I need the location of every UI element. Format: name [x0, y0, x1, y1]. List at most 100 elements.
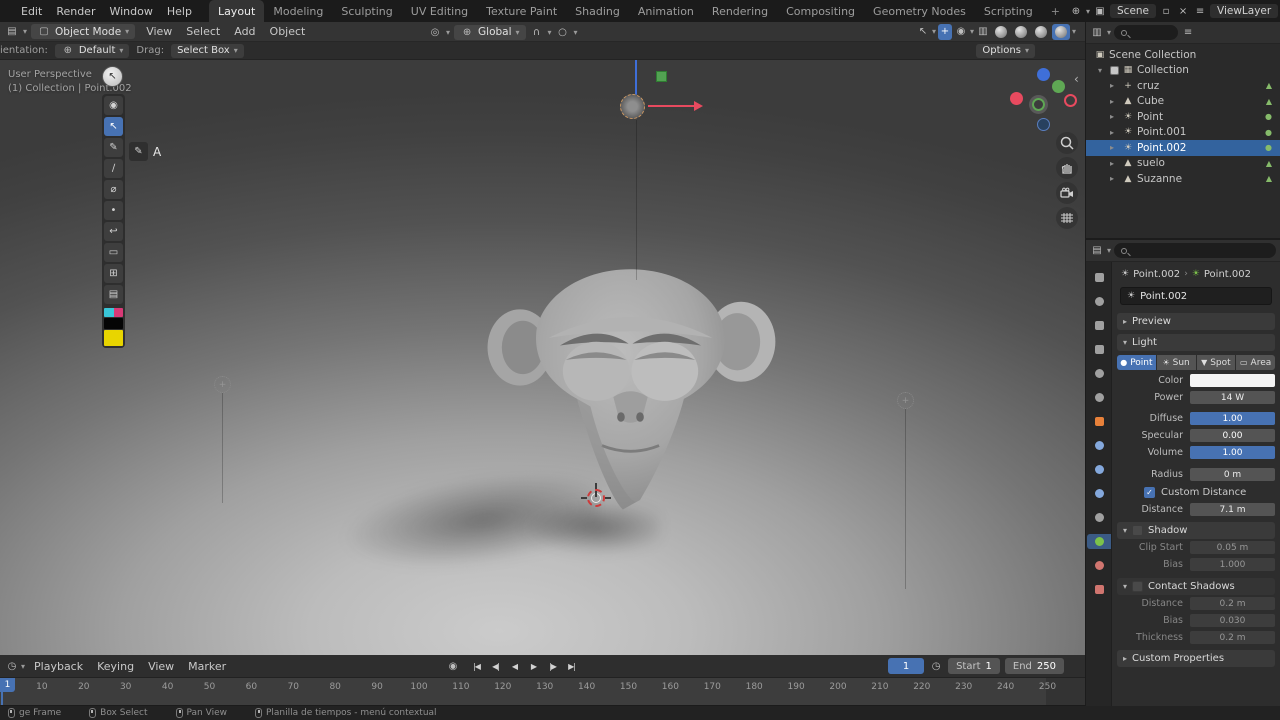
- expand-icon[interactable]: ▸: [1110, 159, 1119, 168]
- navigation-gizmo[interactable]: [1008, 68, 1080, 132]
- data-name-field[interactable]: ☀ Point.002: [1120, 287, 1272, 305]
- properties-tab-object[interactable]: [1087, 414, 1111, 429]
- gizmo-x-axis-arrow[interactable]: [648, 101, 703, 111]
- add-object-tool-button[interactable]: ▤: [104, 285, 123, 304]
- properties-tab-world[interactable]: [1087, 390, 1111, 405]
- tab-texture-paint[interactable]: Texture Paint: [477, 0, 566, 22]
- properties-tab-texture[interactable]: [1087, 582, 1111, 597]
- shading-material-button[interactable]: [1032, 24, 1050, 40]
- collection-checkbox[interactable]: [1110, 65, 1119, 75]
- properties-tab-render[interactable]: [1087, 294, 1111, 309]
- filter-icon[interactable]: ≡: [1181, 25, 1195, 41]
- shading-wireframe-button[interactable]: [992, 24, 1010, 40]
- playback-jump-to-start-button[interactable]: |◀: [468, 659, 485, 675]
- timeline-menu-playback[interactable]: Playback: [27, 659, 90, 674]
- expand-icon[interactable]: ▸: [1110, 112, 1119, 121]
- light-type-sun[interactable]: ☀ Sun: [1156, 355, 1196, 370]
- viewlayer-selector[interactable]: ViewLayer: [1210, 4, 1279, 18]
- orthographic-toggle-button[interactable]: [1056, 207, 1078, 229]
- light-color-swatch[interactable]: [1190, 374, 1275, 387]
- viewport-menu-select[interactable]: Select: [179, 24, 227, 39]
- menu-render[interactable]: Render: [49, 4, 102, 19]
- select-tweak-tool-button[interactable]: ◉: [104, 96, 123, 115]
- playback-previous-frame-button[interactable]: ◀: [506, 659, 523, 675]
- tab-shading[interactable]: Shading: [566, 0, 629, 22]
- distance-field[interactable]: 7.1 m: [1190, 503, 1275, 516]
- outliner-item-collection[interactable]: ▾ ▦ Collection: [1086, 63, 1280, 79]
- tab-scripting[interactable]: Scripting: [975, 0, 1042, 22]
- axis-z-positive[interactable]: [1037, 68, 1050, 81]
- tab-compositing[interactable]: Compositing: [777, 0, 864, 22]
- outliner-item-point[interactable]: ▸ ☀ Point ●: [1086, 109, 1280, 125]
- new-scene-button[interactable]: ▫: [1159, 3, 1173, 19]
- point-light-002-gizmo[interactable]: [620, 94, 645, 119]
- drag-dropdown[interactable]: Select Box ▾: [171, 43, 244, 58]
- volume-slider[interactable]: 1.00: [1190, 446, 1275, 459]
- tab-geometry-nodes[interactable]: Geometry Nodes: [864, 0, 975, 22]
- playback-previous-keyframe-button[interactable]: ◀|: [487, 659, 504, 675]
- axis-y-negative[interactable]: [1032, 98, 1045, 111]
- viewport-menu-object[interactable]: Object: [263, 24, 313, 39]
- pan-hand-button[interactable]: [1056, 157, 1078, 179]
- menu-window[interactable]: Window: [102, 4, 159, 19]
- cyan-swatch[interactable]: [104, 308, 114, 317]
- expand-icon[interactable]: ▸: [1110, 81, 1119, 90]
- properties-tab-scene[interactable]: [1087, 366, 1111, 381]
- suzanne-mesh[interactable]: [478, 263, 783, 531]
- viewport-menu-view[interactable]: View: [139, 24, 179, 39]
- outliner-search-input[interactable]: [1114, 25, 1179, 40]
- active-tool-icon[interactable]: ⊕: [1069, 3, 1083, 19]
- sidebar-toggle-icon[interactable]: ‹: [1074, 72, 1079, 86]
- contact-shadows-header[interactable]: ▾ Contact Shadows: [1117, 578, 1275, 595]
- preview-section-header[interactable]: ▸ Preview: [1117, 313, 1275, 330]
- outliner-item-point-001[interactable]: ▸ ☀ Point.001 ●: [1086, 125, 1280, 141]
- playhead[interactable]: 1: [0, 678, 15, 705]
- clock-icon[interactable]: ◷: [929, 658, 943, 674]
- unlink-scene-button[interactable]: ×: [1176, 3, 1190, 19]
- light-type-area[interactable]: ▭ Area: [1236, 355, 1275, 370]
- outliner-item-point-002[interactable]: ▸ ☀ Point.002 ●: [1086, 140, 1280, 156]
- menu-edit[interactable]: Edit: [14, 4, 49, 19]
- transform-pivot-icon[interactable]: ◎: [428, 24, 442, 40]
- axis-y-positive[interactable]: [1052, 80, 1065, 93]
- shading-rendered-button[interactable]: [1051, 23, 1070, 40]
- active-tool-badge[interactable]: ↖: [102, 66, 123, 87]
- light-type-point[interactable]: ● Point: [1117, 355, 1156, 370]
- yellow-swatch[interactable]: [104, 330, 123, 346]
- tab-modeling[interactable]: Modeling: [264, 0, 332, 22]
- custom-properties-header[interactable]: ▸ Custom Properties: [1117, 650, 1275, 667]
- expand-icon[interactable]: ▸: [1110, 97, 1119, 106]
- annotate-tool-button[interactable]: ✎: [104, 138, 123, 157]
- properties-tab-material[interactable]: [1087, 558, 1111, 573]
- selectability-icon[interactable]: ↖: [916, 24, 930, 40]
- properties-tab-tool[interactable]: [1087, 270, 1111, 285]
- playback-jump-to-end-button[interactable]: ▶|: [563, 659, 580, 675]
- show-gizmo-icon[interactable]: +: [937, 23, 952, 40]
- contact-distance-field[interactable]: 0.2 m: [1190, 597, 1275, 610]
- move-tool-button[interactable]: •: [104, 201, 123, 220]
- thickness-field[interactable]: 0.2 m: [1190, 631, 1275, 644]
- black-swatch[interactable]: [104, 318, 123, 329]
- outliner-item-cube[interactable]: ▸ ▲ Cube ▲: [1086, 94, 1280, 110]
- options-dropdown[interactable]: Options ▾: [976, 43, 1035, 58]
- viewport-menu-add[interactable]: Add: [227, 24, 262, 39]
- clip-start-field[interactable]: 0.05 m: [1190, 541, 1275, 554]
- properties-tab-physics[interactable]: [1087, 486, 1111, 501]
- add-workspace-button[interactable]: +: [1042, 0, 1069, 22]
- timeline-menu-view[interactable]: View: [141, 659, 181, 674]
- auto-keying-button[interactable]: ◉: [446, 659, 460, 675]
- specular-slider[interactable]: 0.00: [1190, 429, 1275, 442]
- menu-help[interactable]: Help: [160, 4, 199, 19]
- current-frame-field[interactable]: 1: [888, 658, 925, 674]
- outliner-editor-icon[interactable]: ▥: [1090, 25, 1104, 41]
- annotate-pencil-icon[interactable]: ✎: [129, 142, 148, 161]
- orientation-dropdown[interactable]: ⊕ Default ▾: [54, 43, 130, 58]
- tab-rendering[interactable]: Rendering: [703, 0, 777, 22]
- outliner-item-suzanne[interactable]: ▸ ▲ Suzanne ▲: [1086, 171, 1280, 187]
- properties-tab-modifiers[interactable]: [1087, 438, 1111, 453]
- playback-play-button[interactable]: ▶: [525, 659, 542, 675]
- light-section-header[interactable]: ▾ Light: [1117, 334, 1275, 351]
- expand-icon[interactable]: ▾: [1098, 66, 1107, 75]
- tab-animation[interactable]: Animation: [629, 0, 703, 22]
- light-type-spot[interactable]: ▼ Spot: [1196, 355, 1236, 370]
